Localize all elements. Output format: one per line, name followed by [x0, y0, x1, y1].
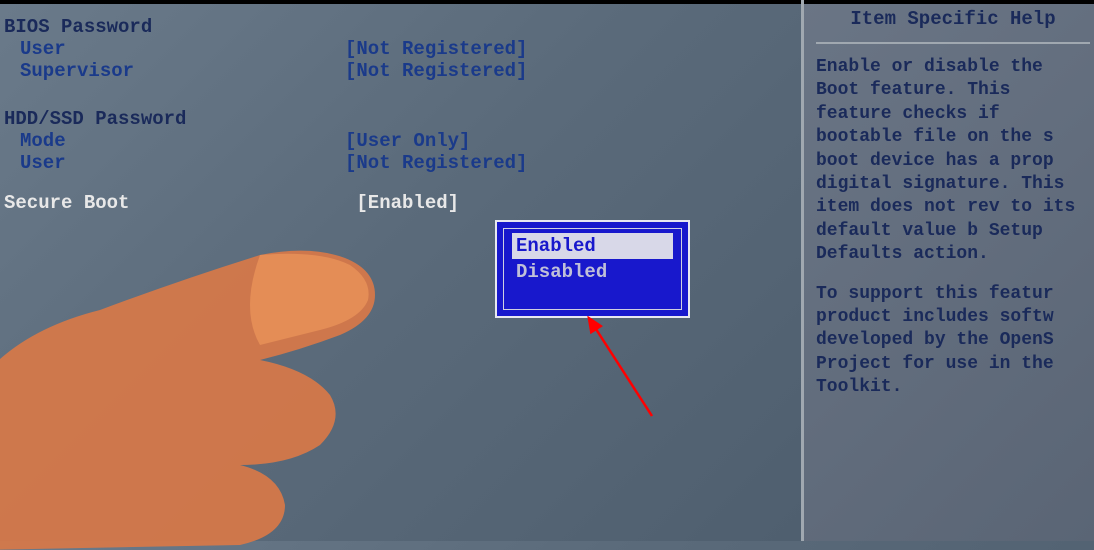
- pointing-finger-icon: [0, 250, 390, 550]
- hdd-mode-value: [User Only]: [345, 130, 470, 152]
- popup-option-enabled[interactable]: Enabled: [512, 233, 673, 259]
- bios-user-label: User: [20, 38, 345, 60]
- help-panel: Item Specific Help Enable or disable the…: [804, 0, 1094, 541]
- bios-password-header: BIOS Password: [0, 16, 801, 38]
- hdd-user-label: User: [20, 152, 345, 174]
- help-paragraph-2: To support this featur product includes …: [816, 283, 1090, 400]
- hdd-mode-label: Mode: [20, 130, 345, 152]
- bios-user-row[interactable]: User [Not Registered]: [0, 38, 801, 60]
- hdd-user-value: [Not Registered]: [345, 152, 527, 174]
- hdd-password-header: HDD/SSD Password: [0, 108, 801, 130]
- secure-boot-popup: Enabled Disabled: [495, 220, 690, 318]
- bios-supervisor-row[interactable]: Supervisor [Not Registered]: [0, 60, 801, 82]
- secure-boot-row[interactable]: Secure Boot [Enabled]: [0, 192, 801, 214]
- hdd-user-row[interactable]: User [Not Registered]: [0, 152, 801, 174]
- help-paragraph-1: Enable or disable the Boot feature. This…: [816, 56, 1090, 267]
- bios-supervisor-value: [Not Registered]: [345, 60, 527, 82]
- bios-user-value: [Not Registered]: [345, 38, 527, 60]
- help-title: Item Specific Help: [816, 8, 1090, 44]
- secure-boot-value: [Enabled]: [356, 192, 459, 214]
- hdd-mode-row[interactable]: Mode [User Only]: [0, 130, 801, 152]
- annotation-arrow-icon: [582, 316, 682, 426]
- bios-supervisor-label: Supervisor: [20, 60, 345, 82]
- main-settings-panel: BIOS Password User [Not Registered] Supe…: [0, 0, 804, 541]
- popup-option-disabled[interactable]: Disabled: [512, 259, 673, 285]
- secure-boot-label: Secure Boot: [4, 192, 345, 214]
